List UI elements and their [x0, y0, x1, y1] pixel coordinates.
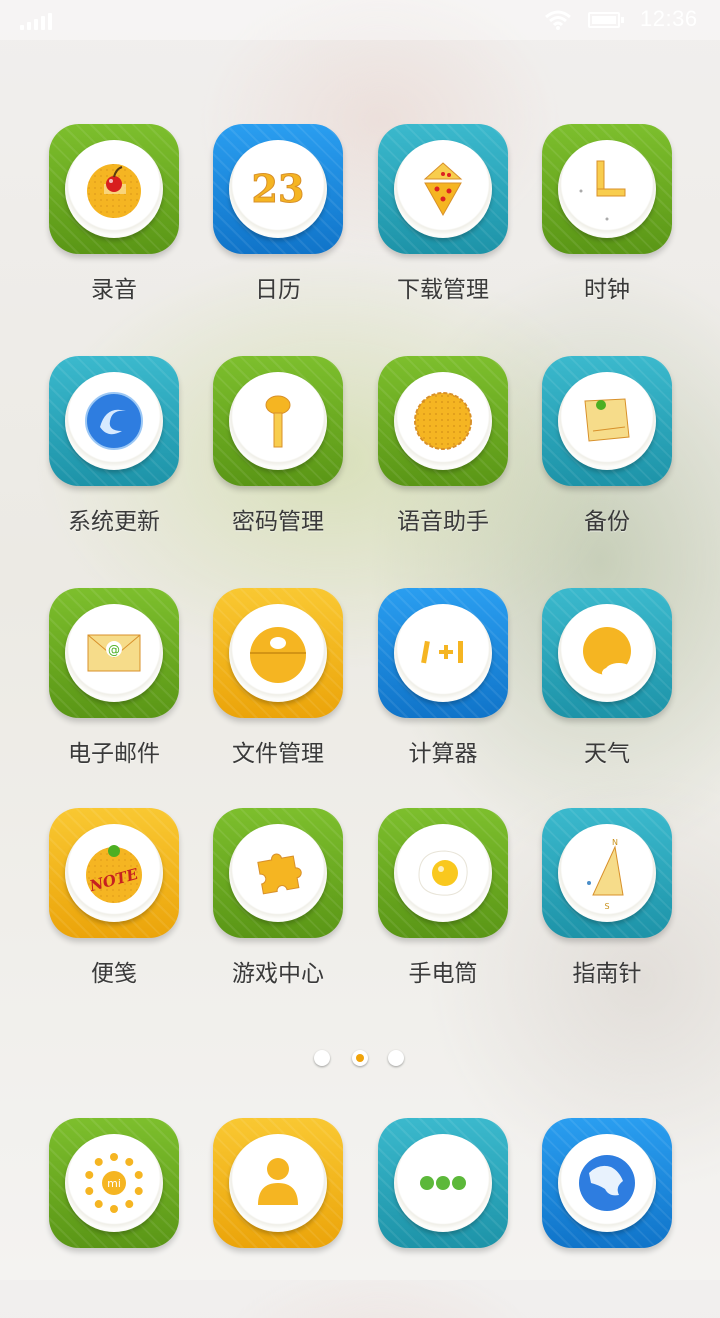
app-icon-11[interactable]: 计算器: [361, 588, 525, 788]
app-icon-4[interactable]: 时钟: [525, 124, 689, 324]
puzzle-biscuit-icon: [229, 824, 327, 922]
app-label: 指南针: [572, 961, 642, 987]
app-label: 系统更新: [68, 509, 160, 535]
app-icon-9[interactable]: @ 电子邮件: [32, 588, 196, 788]
app-label: 文件管理: [232, 741, 324, 767]
dock-app-3[interactable]: [361, 1118, 525, 1318]
page-dot-1[interactable]: [314, 1050, 330, 1066]
dock-app-1-tile[interactable]: mi: [49, 1118, 179, 1248]
app-icon-15-tile[interactable]: [378, 808, 508, 938]
svg-text:mi: mi: [107, 1177, 121, 1190]
app-icon-5[interactable]: 系统更新: [32, 356, 196, 556]
dial-pad-icon: mi: [65, 1134, 163, 1232]
app-icon-13-tile[interactable]: NOTE: [49, 808, 179, 938]
dock-app-4-tile[interactable]: [542, 1118, 672, 1248]
cherry-cookie-icon: [65, 140, 163, 238]
app-label: 下载管理: [397, 277, 489, 303]
app-label: 便笺: [91, 961, 137, 987]
fried-egg-icon: [394, 824, 492, 922]
app-icon-14[interactable]: 游戏中心: [196, 808, 360, 1008]
app-label: 天气: [584, 741, 630, 767]
message-dots-icon: [394, 1134, 492, 1232]
status-bar: 12:36: [0, 0, 720, 40]
sun-cloud-icon: [558, 604, 656, 702]
app-icon-3-tile[interactable]: [378, 124, 508, 254]
wifi-icon: [545, 10, 571, 30]
app-icon-1[interactable]: 录音: [32, 124, 196, 324]
battery-icon: [588, 12, 624, 28]
app-icon-10[interactable]: 文件管理: [196, 588, 360, 788]
app-label: 备份: [584, 509, 630, 535]
dock-app-1[interactable]: mi: [32, 1118, 196, 1318]
calendar-biscuit-icon: 23: [229, 140, 327, 238]
app-icon-6-tile[interactable]: [213, 356, 343, 486]
app-icon-14-tile[interactable]: [213, 808, 343, 938]
page-indicator: [314, 1050, 406, 1070]
signal-icon: [20, 12, 54, 30]
app-label: 录音: [91, 277, 137, 303]
svg-text:@: @: [108, 643, 120, 657]
app-label: 手电筒: [408, 961, 478, 987]
app-icon-7[interactable]: 语音助手: [361, 356, 525, 556]
dock-app-2[interactable]: [196, 1118, 360, 1318]
app-icon-9-tile[interactable]: @: [49, 588, 179, 718]
app-icon-4-tile[interactable]: [542, 124, 672, 254]
dock-app-2-tile[interactable]: [213, 1118, 343, 1248]
app-icon-16[interactable]: NS 指南针: [525, 808, 689, 1008]
biscuit-clock-icon: [558, 140, 656, 238]
app-icon-12-tile[interactable]: [542, 588, 672, 718]
globe-browser-icon: [558, 1134, 656, 1232]
app-label: 密码管理: [232, 509, 324, 535]
dock-app-4[interactable]: [525, 1118, 689, 1318]
svg-text:N: N: [612, 838, 618, 847]
app-label: 时钟: [584, 277, 630, 303]
app-icon-15[interactable]: 手电筒: [361, 808, 525, 1008]
app-icon-7-tile[interactable]: [378, 356, 508, 486]
app-icon-8-tile[interactable]: [542, 356, 672, 486]
pizza-slices-icon: [394, 140, 492, 238]
swirl-candy-icon: [65, 372, 163, 470]
app-icon-6[interactable]: 密码管理: [196, 356, 360, 556]
envelope-cracker-icon: @: [65, 604, 163, 702]
page-dot-2[interactable]: [352, 1050, 368, 1066]
app-icon-13[interactable]: NOTE 便笺: [32, 808, 196, 1008]
app-icon-12[interactable]: 天气: [525, 588, 689, 788]
stick-calculation-icon: [394, 604, 492, 702]
app-icon-8[interactable]: 备份: [525, 356, 689, 556]
svg-text:S: S: [604, 902, 609, 911]
app-icon-10-tile[interactable]: [213, 588, 343, 718]
dock-app-3-tile[interactable]: [378, 1118, 508, 1248]
app-label: 日历: [255, 277, 301, 303]
waffle-cookie-icon: [394, 372, 492, 470]
egg-yolk-folder-icon: [229, 604, 327, 702]
biscuit-key-icon: [229, 372, 327, 470]
svg-text:23: 23: [252, 166, 305, 211]
app-icon-16-tile[interactable]: NS: [542, 808, 672, 938]
app-label: 语音助手: [397, 509, 489, 535]
app-icon-1-tile[interactable]: [49, 124, 179, 254]
app-label: 电子邮件: [68, 741, 160, 767]
app-icon-5-tile[interactable]: [49, 356, 179, 486]
page-dot-3[interactable]: [388, 1050, 404, 1066]
app-label: 游戏中心: [232, 961, 324, 987]
app-icon-2-tile[interactable]: 23: [213, 124, 343, 254]
sandwich-compass-icon: NS: [558, 824, 656, 922]
app-label: 计算器: [408, 741, 478, 767]
app-icon-3[interactable]: 下载管理: [361, 124, 525, 324]
cheese-note-icon: [558, 372, 656, 470]
status-time: 12:36: [640, 6, 698, 31]
app-icon-2[interactable]: 23 日历: [196, 124, 360, 324]
contact-person-icon: [229, 1134, 327, 1232]
app-icon-11-tile[interactable]: [378, 588, 508, 718]
note-cookie-icon: NOTE: [65, 824, 163, 922]
